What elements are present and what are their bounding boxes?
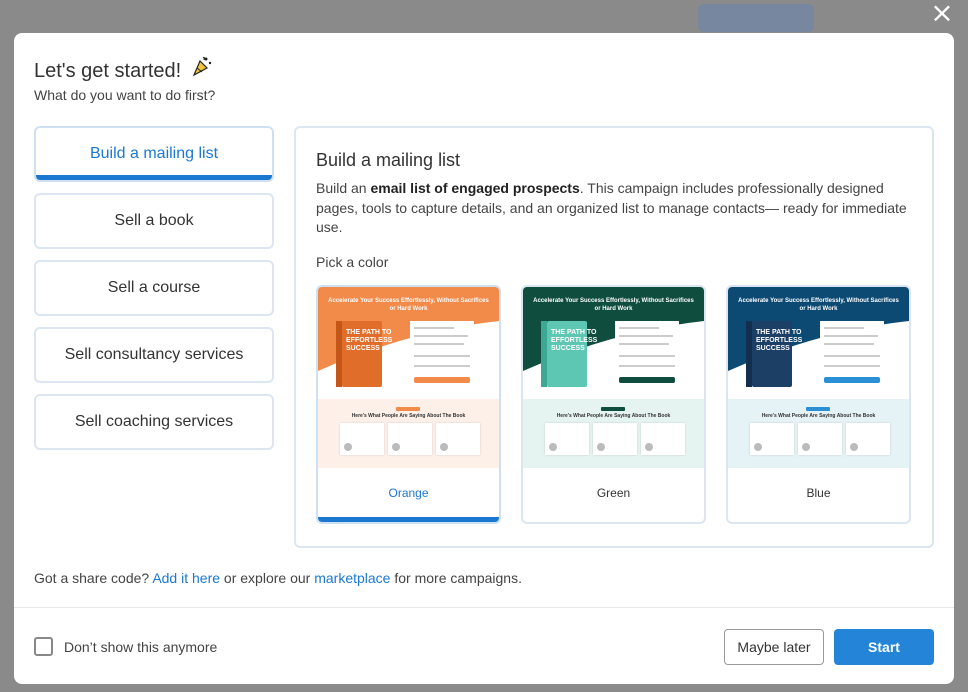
preview-hero: Accelerate Your Success Effortlessly, Wi… (728, 287, 909, 401)
testimonials-heading: Here's What People Are Saying About The … (761, 413, 876, 419)
option-build-mailing-list[interactable]: Build a mailing list (34, 126, 274, 182)
preview-headline: Accelerate Your Success Effortlessly, Wi… (533, 298, 694, 312)
share-code-text: Got a share code? Add it here or explore… (34, 570, 522, 586)
preview-form (820, 321, 884, 385)
preview-hero: Accelerate Your Success Effortlessly, Wi… (318, 287, 499, 401)
preview-hero: Accelerate Your Success Effortlessly, Wi… (523, 287, 704, 401)
close-icon[interactable]: × (930, 0, 954, 27)
dialog-title: Let's get started! (34, 55, 213, 83)
preview-testimonials: Here's What People Are Saying About The … (523, 399, 704, 468)
preview-headline: Accelerate Your Success Effortlessly, Wi… (738, 298, 899, 312)
start-button[interactable]: Start (834, 629, 934, 665)
orange-template-preview: Accelerate Your Success Effortlessly, Wi… (318, 287, 499, 468)
option-sell-course[interactable]: Sell a course (34, 260, 274, 316)
add-share-code-link[interactable]: Add it here (152, 570, 220, 586)
book-title: THE PATH TO EFFORTLESS SUCCESS (551, 329, 598, 352)
maybe-later-button[interactable]: Maybe later (724, 629, 824, 665)
preview-form (615, 321, 679, 385)
party-popper-icon (191, 55, 213, 83)
book-cover: THE PATH TO EFFORTLESS SUCCESS (336, 321, 392, 387)
panel-heading: Build a mailing list (316, 150, 461, 170)
color-card-orange[interactable]: Accelerate Your Success Effortlessly, Wi… (316, 285, 501, 524)
share-prefix: Got a share code? (34, 570, 153, 586)
color-label-blue: Blue (806, 486, 831, 500)
dont-show-label: Don’t show this anymore (64, 638, 218, 655)
get-started-dialog: Let's get started! What do you want to d… (14, 33, 954, 684)
color-label-green: Green (596, 486, 631, 500)
color-card-blue[interactable]: Accelerate Your Success Effortlessly, Wi… (726, 285, 911, 524)
marketplace-link[interactable]: marketplace (314, 570, 390, 586)
option-sell-coaching[interactable]: Sell coaching services (34, 394, 274, 450)
share-middle: or explore our (220, 570, 315, 586)
book-cover: THE PATH TO EFFORTLESS SUCCESS (746, 321, 802, 387)
book-title: THE PATH TO EFFORTLESS SUCCESS (756, 329, 803, 352)
preview-form (410, 321, 474, 385)
dialog-title-text: Let's get started! (34, 60, 182, 82)
dont-show-checkbox[interactable] (34, 637, 53, 656)
share-suffix: for more campaigns. (390, 570, 522, 586)
blue-template-preview: Accelerate Your Success Effortlessly, Wi… (728, 287, 909, 468)
color-card-green[interactable]: Accelerate Your Success Effortlessly, Wi… (521, 285, 706, 524)
testimonials-heading: Here's What People Are Saying About The … (351, 413, 466, 419)
desc-text: Build an (316, 180, 371, 196)
desc-bold: email list of engaged prospects (370, 180, 580, 196)
dialog-footer: Don’t show this anymore Maybe later Star… (14, 607, 954, 684)
option-sell-consultancy[interactable]: Sell consultancy services (34, 327, 274, 383)
dialog-subtitle: What do you want to do first? (34, 87, 216, 103)
color-label-orange: Orange (388, 486, 429, 500)
campaign-options: Build a mailing list Sell a book Sell a … (34, 126, 274, 461)
panel-description: Build an email list of engaged prospects… (316, 179, 916, 238)
backdrop-button (698, 4, 814, 32)
book-title: THE PATH TO EFFORTLESS SUCCESS (346, 329, 393, 352)
book-cover: THE PATH TO EFFORTLESS SUCCESS (541, 321, 597, 387)
preview-testimonials: Here's What People Are Saying About The … (318, 399, 499, 468)
campaign-detail-panel: Build a mailing list Build an email list… (294, 126, 934, 548)
preview-headline: Accelerate Your Success Effortlessly, Wi… (328, 298, 489, 312)
green-template-preview: Accelerate Your Success Effortlessly, Wi… (523, 287, 704, 468)
option-sell-book[interactable]: Sell a book (34, 193, 274, 249)
preview-testimonials: Here's What People Are Saying About The … (728, 399, 909, 468)
testimonials-heading: Here's What People Are Saying About The … (556, 413, 671, 419)
pick-color-label: Pick a color (316, 254, 389, 270)
dont-show-toggle[interactable]: Don’t show this anymore (34, 637, 217, 656)
